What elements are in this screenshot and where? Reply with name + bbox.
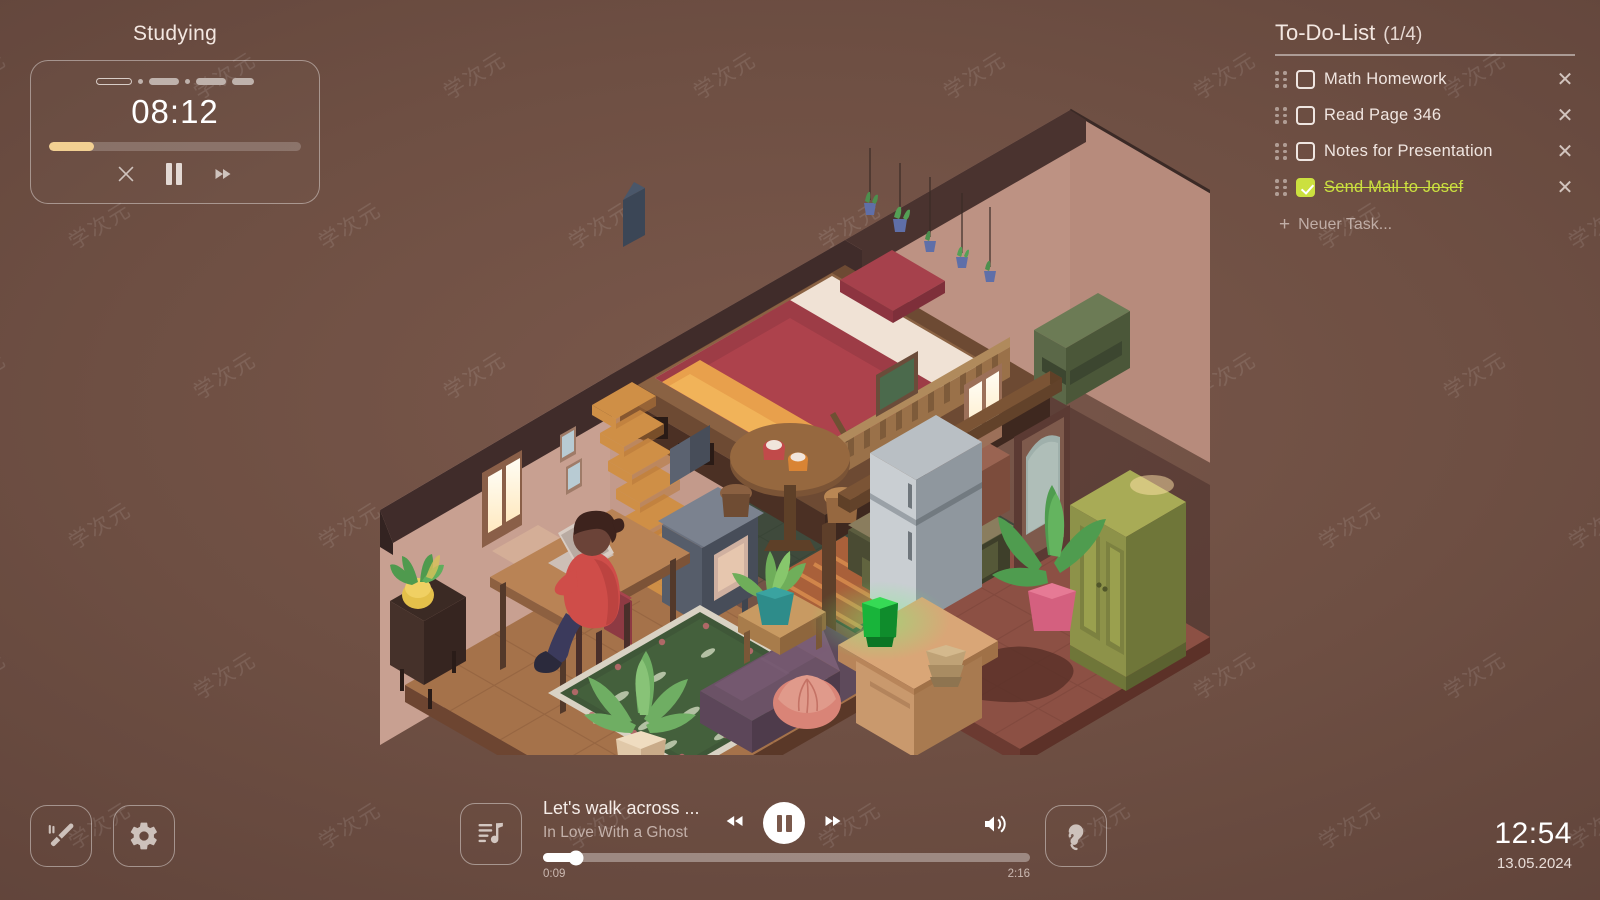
- paintbrush-icon: [48, 823, 74, 847]
- pomodoro-segment-current: [96, 77, 132, 85]
- task-label: Notes for Presentation: [1324, 142, 1493, 160]
- delete-task-button[interactable]: ✕: [1555, 70, 1575, 90]
- house-illustration: [370, 85, 1210, 755]
- watermark-text: 学次元: [0, 647, 11, 705]
- todo-list-panel: To-Do-List (1/4) Math Homework ✕ Read Page…: [1275, 20, 1575, 236]
- delete-task-button[interactable]: ✕: [1555, 142, 1575, 162]
- watermark-text: 学次元: [189, 647, 261, 705]
- player-controls: [723, 800, 845, 846]
- pomodoro-break-dot: [185, 78, 190, 84]
- pomodoro-break-dot: [138, 78, 143, 84]
- new-task-input[interactable]: Neuer Task...: [1298, 216, 1392, 234]
- pomodoro-segment: [232, 77, 254, 85]
- rewind-icon: [726, 815, 743, 826]
- pomodoro-segments: [45, 75, 305, 87]
- duration: 2:16: [1007, 868, 1030, 880]
- music-player: Let's walk across ... In Love With a Gho…: [460, 798, 1030, 880]
- clock-date: 13.05.2024: [1496, 855, 1572, 872]
- focus-timer: Studying 08:12: [30, 22, 320, 205]
- plus-icon: +: [1279, 213, 1291, 235]
- pomodoro-segment: [149, 77, 179, 85]
- todo-title: To-Do-List: [1275, 20, 1376, 45]
- pause-button[interactable]: [763, 802, 805, 844]
- timer-progress-bar[interactable]: [49, 142, 301, 152]
- watermark-text: 学次元: [1439, 647, 1511, 705]
- current-time: 0:09: [543, 868, 566, 880]
- delete-task-button[interactable]: ✕: [1555, 178, 1575, 198]
- volume-high-icon: [985, 815, 1006, 833]
- todo-progress-count: (1/4): [1383, 24, 1423, 45]
- todo-item[interactable]: Math Homework ✕: [1275, 62, 1575, 98]
- timer-panel: 08:12: [30, 60, 320, 205]
- todo-items: Math Homework ✕ Read Page 346 ✕ Notes for Pr…: [1275, 62, 1575, 206]
- seek-knob[interactable]: [568, 850, 584, 865]
- previous-track-button[interactable]: [723, 811, 747, 836]
- todo-item[interactable]: Notes for Presentation ✕: [1275, 134, 1575, 170]
- drag-handle-icon[interactable]: [1275, 143, 1287, 160]
- drag-handle-icon[interactable]: [1275, 71, 1287, 88]
- timer-remaining-time: 08:12: [131, 93, 219, 130]
- stop-button[interactable]: [116, 164, 136, 189]
- ear-icon: [1068, 824, 1084, 851]
- task-checkbox[interactable]: [1296, 106, 1315, 125]
- watermark-text: 学次元: [1564, 497, 1600, 555]
- task-label: Math Homework: [1324, 70, 1447, 88]
- drag-handle-icon[interactable]: [1275, 179, 1287, 196]
- watermark-text: 学次元: [64, 497, 136, 555]
- ambient-sounds-button[interactable]: [1045, 805, 1107, 867]
- todo-item[interactable]: Read Page 346 ✕: [1275, 98, 1575, 134]
- track-title: Let's walk across ...: [543, 798, 700, 818]
- pause-button[interactable]: [162, 161, 186, 192]
- watermark-text: 学次元: [314, 797, 386, 855]
- next-track-button[interactable]: [821, 811, 845, 836]
- drag-handle-icon[interactable]: [1275, 107, 1287, 124]
- skip-button[interactable]: [212, 164, 234, 189]
- todo-divider: [1275, 54, 1575, 56]
- watermark-text: 学次元: [189, 347, 261, 405]
- todo-item[interactable]: Send Mail to Josef ✕: [1275, 170, 1575, 206]
- task-checkbox[interactable]: [1296, 70, 1315, 89]
- seek-area: 0:09 2:16: [543, 850, 1030, 880]
- seek-bar[interactable]: [543, 850, 1030, 865]
- clock-time: 12:54: [1494, 817, 1572, 850]
- music-note-icon: [478, 822, 503, 844]
- theme-button[interactable]: [30, 805, 92, 867]
- watermark-text: 学次元: [1314, 497, 1386, 555]
- task-label: Send Mail to Josef: [1324, 178, 1464, 196]
- watermark-text: 学次元: [1314, 797, 1386, 855]
- gear-icon: [130, 822, 157, 850]
- watermark-text: 学次元: [0, 47, 11, 105]
- delete-task-button[interactable]: ✕: [1555, 106, 1575, 126]
- watermark-text: 学次元: [1439, 347, 1511, 405]
- task-label: Read Page 346: [1324, 106, 1442, 124]
- timer-controls: [45, 161, 305, 191]
- pomodoro-segment: [196, 77, 226, 85]
- volume-button[interactable]: [980, 812, 1008, 841]
- fast-forward-icon: [825, 815, 841, 826]
- task-checkbox[interactable]: [1296, 178, 1315, 197]
- timer-session-title: Studying: [132, 22, 218, 45]
- todo-header: To-Do-List (1/4): [1275, 20, 1575, 46]
- track-artist: In Love With a Ghost: [543, 824, 688, 841]
- watermark-text: 学次元: [0, 347, 11, 405]
- add-task-row[interactable]: + Neuer Task...: [1275, 214, 1575, 236]
- settings-button[interactable]: [113, 805, 175, 867]
- playlist-button[interactable]: [460, 803, 522, 865]
- timer-progress-fill: [49, 142, 95, 152]
- task-checkbox[interactable]: [1296, 142, 1315, 161]
- pause-bar: [776, 814, 782, 832]
- pause-bar: [786, 814, 792, 832]
- clock-widget: 12:54 13.05.2024: [1494, 817, 1572, 873]
